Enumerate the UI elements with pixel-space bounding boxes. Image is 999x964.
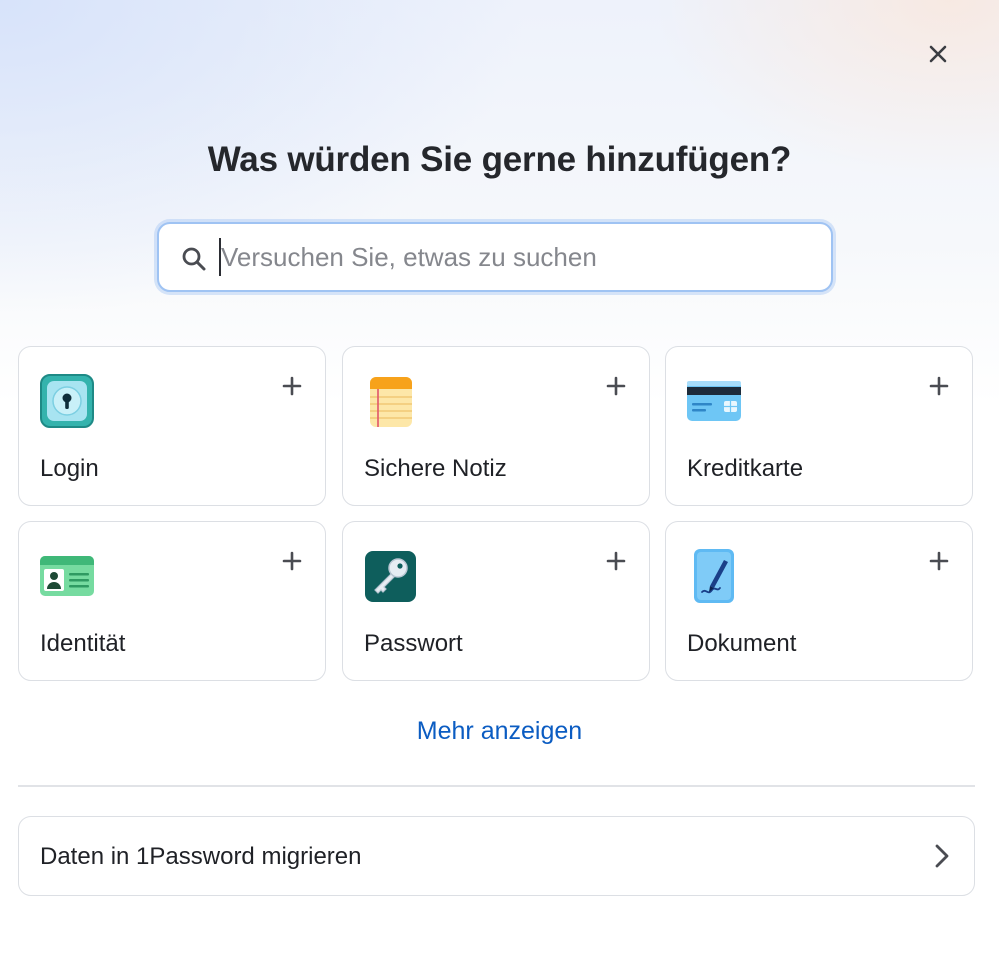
item-card-secure-note[interactable]: Sichere Notiz xyxy=(342,346,650,506)
item-label: Passwort xyxy=(364,630,463,657)
add-icon xyxy=(282,551,302,571)
item-card-password[interactable]: Passwort xyxy=(342,521,650,681)
document-icon xyxy=(694,549,734,603)
divider xyxy=(18,785,975,787)
add-icon xyxy=(282,376,302,396)
dialog-title: Was würden Sie gerne hinzufügen? xyxy=(207,140,792,179)
add-icon xyxy=(929,376,949,396)
item-card-login[interactable]: Login xyxy=(18,346,326,506)
search-input[interactable] xyxy=(219,238,811,276)
migrate-label: Daten in 1Password migrieren xyxy=(40,843,362,870)
add-icon xyxy=(606,376,626,396)
item-label: Identität xyxy=(40,630,126,657)
password-icon xyxy=(365,551,416,602)
search-icon xyxy=(182,247,206,271)
login-icon xyxy=(40,374,94,428)
secure-note-icon xyxy=(370,377,412,427)
item-label: Login xyxy=(40,455,99,482)
item-card-document[interactable]: Dokument xyxy=(665,521,973,681)
close-icon xyxy=(929,45,947,63)
credit-card-icon xyxy=(687,381,741,421)
identity-icon xyxy=(40,556,94,596)
item-card-credit-card[interactable]: Kreditkarte xyxy=(665,346,973,506)
item-label: Dokument xyxy=(687,630,797,657)
add-icon xyxy=(929,551,949,571)
migrate-data-button[interactable]: Daten in 1Password migrieren xyxy=(18,816,975,896)
show-more-link[interactable]: Mehr anzeigen xyxy=(0,717,999,746)
chevron-right-icon xyxy=(935,844,949,868)
search-box[interactable] xyxy=(157,222,833,292)
item-label: Sichere Notiz xyxy=(364,455,507,482)
close-button[interactable] xyxy=(918,34,958,74)
item-card-identity[interactable]: Identität xyxy=(18,521,326,681)
add-icon xyxy=(606,551,626,571)
item-label: Kreditkarte xyxy=(687,455,804,482)
